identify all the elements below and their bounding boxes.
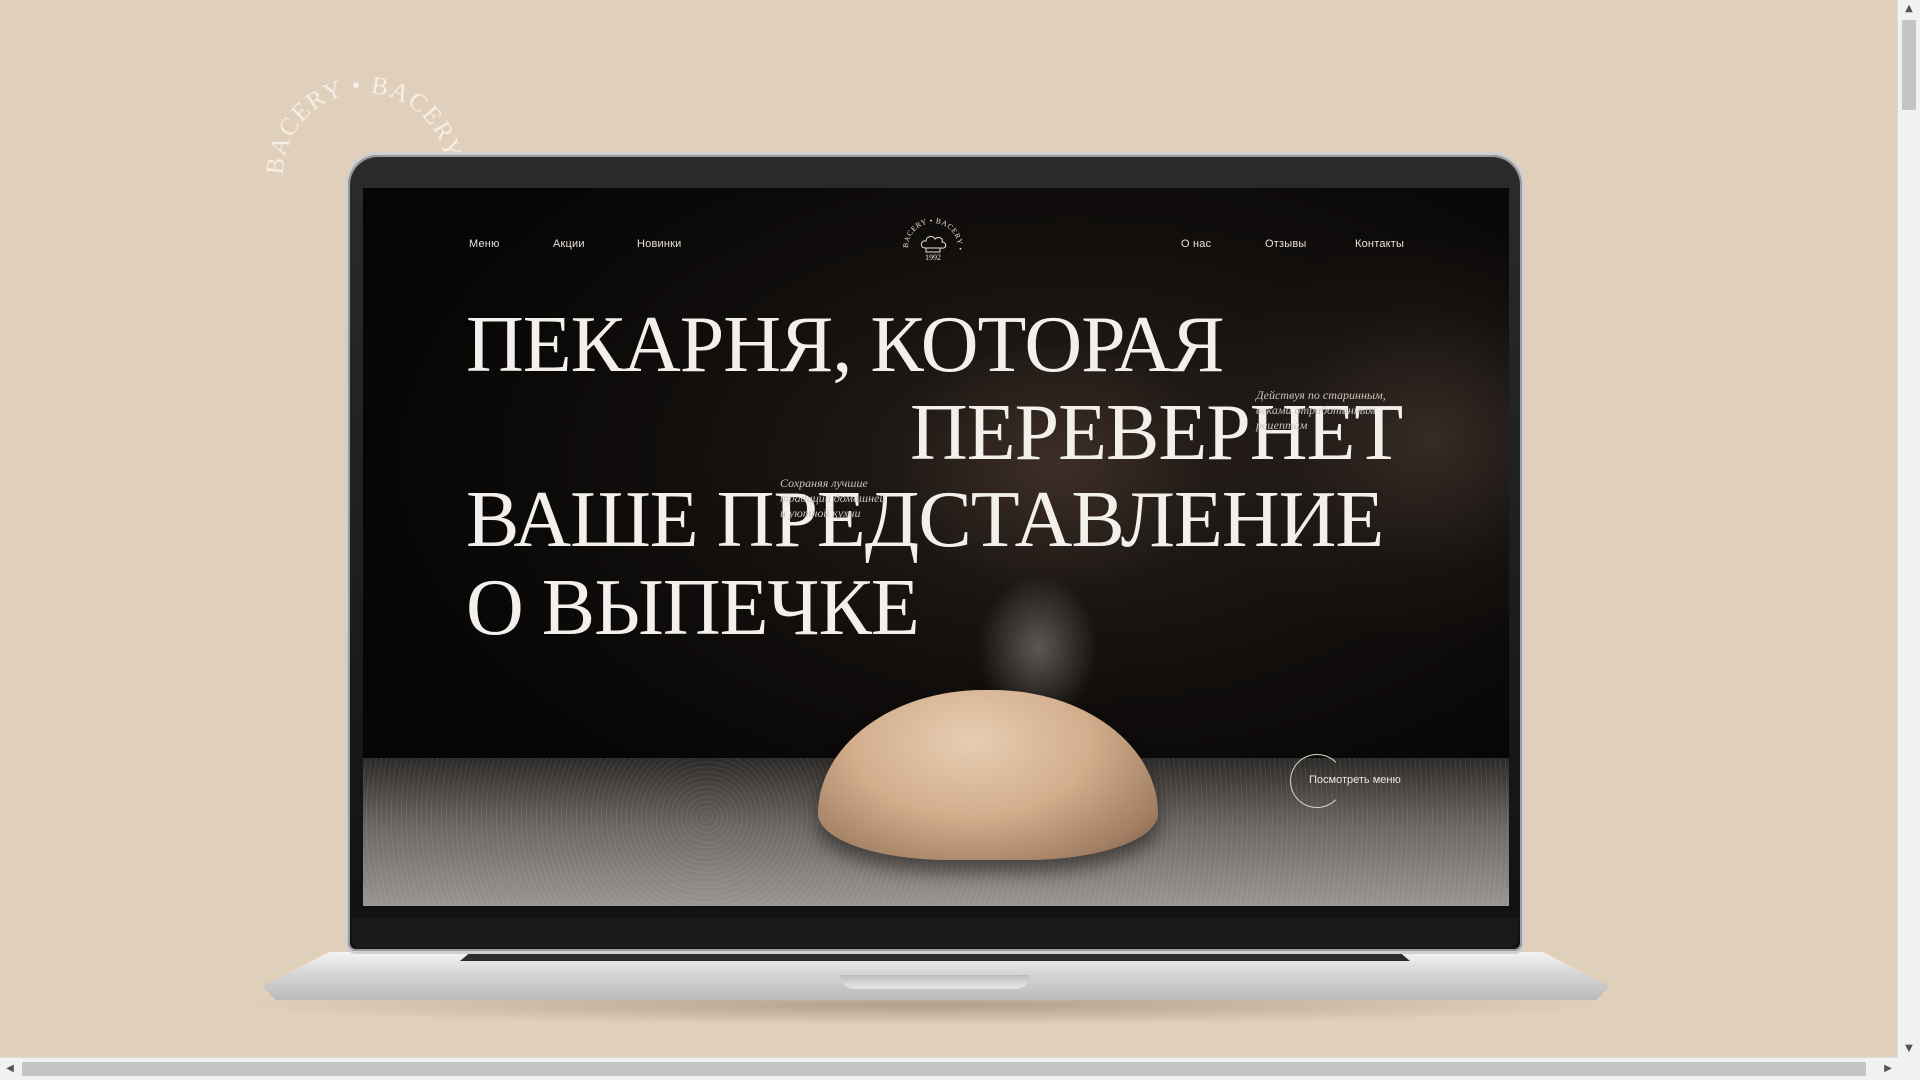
laptop-screen: Меню Акции Новинки BACERY • BACERY • 199… bbox=[363, 188, 1509, 906]
hero-title-line-1: ПЕКАРНЯ, КОТОРАЯ bbox=[466, 301, 1225, 389]
scroll-down-icon[interactable]: ▼ bbox=[1898, 1040, 1920, 1058]
logo-ring-text: BACERY • BACERY • bbox=[901, 216, 965, 251]
scroll-up-icon[interactable]: ▲ bbox=[1898, 0, 1920, 18]
vertical-scrollbar-thumb[interactable] bbox=[1902, 20, 1916, 110]
nav-menu[interactable]: Меню bbox=[469, 238, 500, 250]
scrollbar-corner bbox=[1898, 1058, 1920, 1080]
svg-text:BACERY • BACERY •: BACERY • BACERY • bbox=[901, 216, 965, 251]
bakery-logo[interactable]: BACERY • BACERY • 1992 bbox=[900, 215, 966, 281]
hero-note-traditions: Сохраняя лучшие традиции домашней и уютн… bbox=[780, 476, 886, 520]
dough-image bbox=[818, 690, 1158, 860]
horizontal-scrollbar-thumb[interactable] bbox=[22, 1062, 1866, 1076]
chef-hat-icon bbox=[920, 236, 947, 253]
page-canvas: BACERY • BACERY • BACERY • Меню Акции Но… bbox=[0, 0, 1898, 1058]
laptop-keyboard-edge bbox=[460, 953, 1410, 961]
hero-title-line-3: ВАШЕ ПРЕДСТАВЛЕНИЕ bbox=[466, 476, 1384, 564]
hero-title-line-4: О ВЫПЕЧКЕ bbox=[466, 564, 920, 652]
nav-about[interactable]: О нас bbox=[1181, 238, 1211, 250]
scroll-left-icon[interactable]: ◀ bbox=[0, 1058, 20, 1080]
nav-promotions[interactable]: Акции bbox=[553, 238, 585, 250]
nav-new-items[interactable]: Новинки bbox=[637, 238, 681, 250]
nav-contacts[interactable]: Контакты bbox=[1355, 238, 1404, 250]
view-menu-button-label: Посмотреть меню bbox=[1309, 774, 1401, 786]
view-menu-button[interactable]: Посмотреть меню bbox=[1290, 754, 1430, 810]
laptop-opening-notch bbox=[840, 975, 1030, 989]
scroll-right-icon[interactable]: ▶ bbox=[1878, 1058, 1898, 1080]
nav-reviews[interactable]: Отзывы bbox=[1265, 238, 1307, 250]
horizontal-scrollbar[interactable]: ◀ ▶ bbox=[0, 1057, 1898, 1080]
vertical-scrollbar[interactable]: ▲ ▼ bbox=[1897, 0, 1920, 1058]
logo-year: 1992 bbox=[925, 253, 941, 262]
hero-note-recipes: Действуя по старинным, веками отработанн… bbox=[1256, 388, 1386, 432]
laptop-bezel bbox=[352, 918, 1518, 948]
